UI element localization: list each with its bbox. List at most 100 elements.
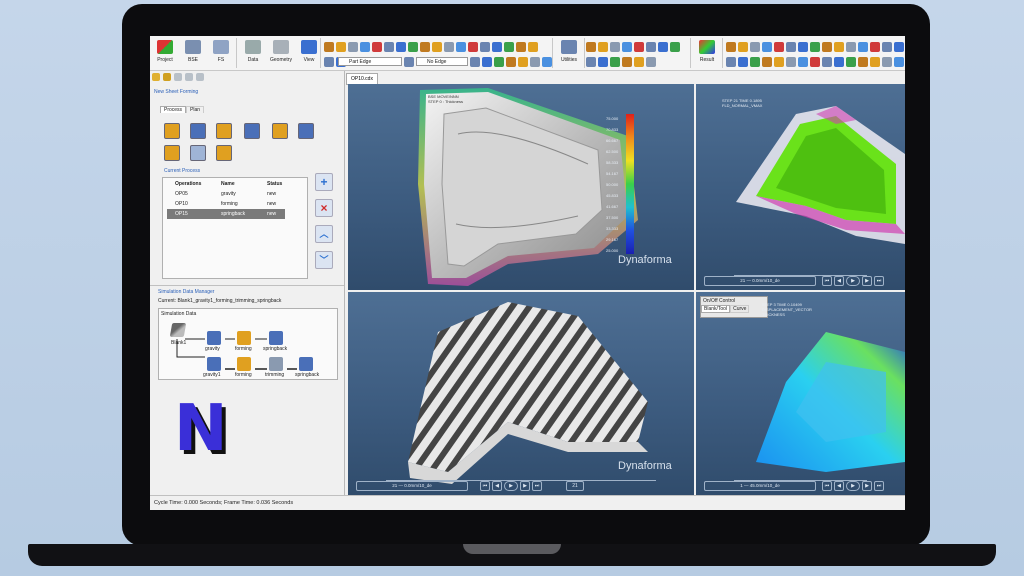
toolbar-tool-icon[interactable] [738, 57, 748, 67]
first-frame-button[interactable]: ⏮ [480, 481, 490, 491]
toolbar-tool-icon[interactable] [810, 42, 820, 52]
toolbar-tool-icon[interactable] [408, 42, 418, 52]
toolbar-tool-icon[interactable] [598, 57, 608, 67]
toolbar-tool-icon[interactable] [870, 42, 880, 52]
frame-field[interactable]: 21 — 0.0mm/10_de [704, 276, 816, 286]
toolbar-tool-icon[interactable] [762, 42, 772, 52]
toolbar-tool-icon[interactable] [420, 42, 430, 52]
process-type-icon[interactable] [216, 123, 232, 139]
toolbar-tool-icon[interactable] [610, 57, 620, 67]
toolbar-tool-icon[interactable] [634, 42, 644, 52]
toolbar-tool-icon[interactable] [384, 42, 394, 52]
viewport-top-left[interactable]: BSE MOVE/NNN STEP 0 : Thickness 75.000 70… [348, 84, 694, 290]
toolbar-tool-icon[interactable] [518, 57, 528, 67]
prev-frame-button[interactable]: ◀ [492, 481, 502, 491]
edge-select[interactable]: No Edge [416, 57, 468, 66]
toolbar-tool-icon[interactable] [528, 42, 538, 52]
project-button[interactable]: Project [150, 38, 180, 68]
process-type-icon[interactable] [216, 145, 232, 161]
toolbar-tool-icon[interactable] [882, 42, 892, 52]
list-icon[interactable] [174, 73, 182, 81]
toolbar-tool-icon[interactable] [858, 57, 868, 67]
toolbar-tool-icon[interactable] [468, 42, 478, 52]
play-button[interactable]: ▶ [846, 481, 860, 491]
toolbar-tool-icon[interactable] [822, 42, 832, 52]
first-frame-button[interactable]: ⏮ [822, 276, 832, 286]
fs-button[interactable]: FS [206, 38, 236, 68]
springback-node-icon[interactable] [269, 331, 283, 345]
process-type-icon[interactable] [190, 145, 206, 161]
process-type-icon[interactable] [298, 123, 314, 139]
part-edge-select[interactable]: Part Edge [338, 57, 402, 66]
tab-blank-tool[interactable]: Blank/Tool [701, 305, 731, 313]
toolbar-tool-icon[interactable] [492, 42, 502, 52]
last-frame-button[interactable]: ⏭ [874, 481, 884, 491]
toolbar-tool-icon[interactable] [834, 57, 844, 67]
toolbar-tool-icon[interactable] [762, 57, 772, 67]
toolbar-tool-icon[interactable] [542, 57, 552, 67]
tab-plan[interactable]: Plan [186, 106, 205, 113]
toolbar-tool-icon[interactable] [482, 57, 492, 67]
table-row[interactable]: OP10 forming new [167, 199, 285, 209]
toolbar-tool-icon[interactable] [738, 42, 748, 52]
toolbar-tool-icon[interactable] [432, 42, 442, 52]
viewport-bottom-left[interactable]: Dynaforma 21 — 0.0mm/10_de ⏮ ◀ ▶ ▶ ⏭ 21 [348, 292, 694, 495]
toolbar-tool-icon[interactable] [846, 42, 856, 52]
tab-curve[interactable]: Curve [730, 305, 750, 313]
play-button[interactable]: ▶ [846, 276, 860, 286]
forming-node-icon[interactable] [237, 331, 251, 345]
toolbar-tool-icon[interactable] [810, 57, 820, 67]
next-frame-button[interactable]: ▶ [862, 481, 872, 491]
toolbar-tool-icon[interactable] [396, 42, 406, 52]
toolbar-tool-icon[interactable] [622, 57, 632, 67]
toolbar-tool-icon[interactable] [506, 57, 516, 67]
play-button[interactable]: ▶ [504, 481, 518, 491]
toolbar-tool-icon[interactable] [834, 42, 844, 52]
toolbar-tool-icon[interactable] [456, 42, 466, 52]
toolbar-tool-icon[interactable] [726, 57, 736, 67]
settings-icon[interactable] [196, 73, 204, 81]
toolbar-tool-icon[interactable] [494, 57, 504, 67]
folder-icon[interactable] [163, 73, 171, 81]
toolbar-tool-icon[interactable] [336, 42, 346, 52]
process-type-icon[interactable] [164, 123, 180, 139]
process-type-icon[interactable] [164, 145, 180, 161]
viewport-top-right[interactable]: STEP 21 TIME 0.1895 FLD_NORMAL_VMAX 21 —… [696, 84, 905, 290]
toolbar-tool-icon[interactable] [822, 57, 832, 67]
toolbar-tool-icon[interactable] [750, 57, 760, 67]
frame-field[interactable]: 1 — 45.0mm/10_de [704, 481, 816, 491]
blank-node-icon[interactable] [169, 323, 187, 337]
frame-number[interactable]: 21 [566, 481, 584, 491]
toolbar-tool-icon[interactable] [622, 42, 632, 52]
gravity-node-icon[interactable] [207, 331, 221, 345]
toolbar-tool-icon[interactable] [774, 57, 784, 67]
toolbar-tool-icon[interactable] [372, 42, 382, 52]
tab-process[interactable]: Process [160, 106, 187, 113]
toolbar-tool-icon[interactable] [480, 42, 490, 52]
toolbar-tool-icon[interactable] [324, 42, 334, 52]
toolbar-tool-icon[interactable] [504, 42, 514, 52]
toolbar-tool-icon[interactable] [894, 42, 904, 52]
table-row[interactable]: OP05 gravity new [167, 189, 285, 199]
toolbar-tool-icon[interactable] [646, 42, 656, 52]
last-frame-button[interactable]: ⏭ [874, 276, 884, 286]
toolbar-tool-icon[interactable] [586, 57, 596, 67]
toolbar-tool-icon[interactable] [798, 57, 808, 67]
toolbar-tool-icon[interactable] [750, 42, 760, 52]
first-frame-button[interactable]: ⏮ [822, 481, 832, 491]
viewport-bottom-right[interactable]: On/Off Control Blank/Tool Curve STEP 3 T… [696, 292, 905, 495]
bse-button[interactable]: BSE [178, 38, 208, 68]
table-row-selected[interactable]: OP15 springback new [167, 209, 286, 219]
toolbar-tool-icon[interactable] [360, 42, 370, 52]
springback-node-icon[interactable] [299, 357, 313, 371]
toolbar-tool-icon[interactable] [470, 57, 480, 67]
next-frame-button[interactable]: ▶ [862, 276, 872, 286]
toolbar-tool-icon[interactable] [586, 42, 596, 52]
geometry-button[interactable]: Geometry [264, 38, 298, 68]
move-down-button[interactable]: ﹀ [315, 251, 333, 269]
toolbar-tool-icon[interactable] [894, 57, 904, 67]
toolbar-tool-icon[interactable] [798, 42, 808, 52]
process-type-icon[interactable] [190, 123, 206, 139]
frame-field[interactable]: 21 — 0.0mm/10_de [356, 481, 468, 491]
add-operation-button[interactable]: + [315, 173, 333, 191]
